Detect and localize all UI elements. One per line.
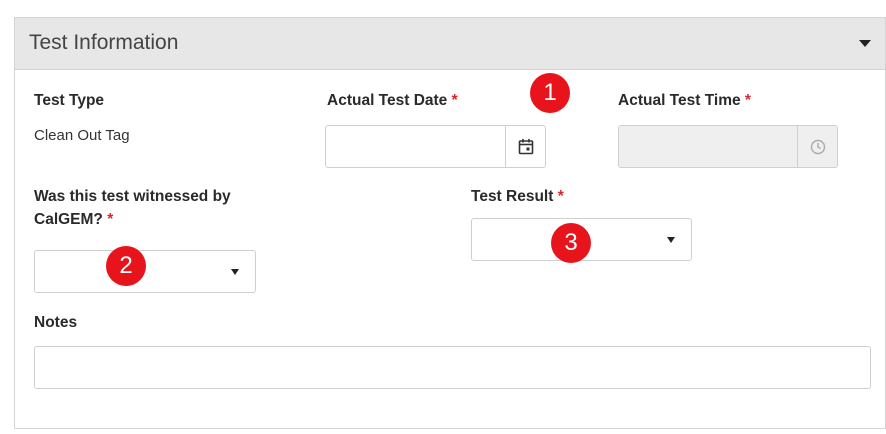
notes-input[interactable] bbox=[35, 347, 870, 388]
annotation-badge-2: 2 bbox=[106, 246, 146, 286]
witnessed-label: Was this test witnessed by CalGEM? * bbox=[34, 188, 231, 228]
calendar-icon bbox=[518, 139, 533, 155]
actual-test-time-input bbox=[619, 126, 797, 167]
panel-title: Test Information bbox=[29, 31, 179, 54]
test-type-label: Test Type bbox=[34, 92, 105, 109]
date-picker-button[interactable] bbox=[505, 126, 545, 167]
annotation-badge-3: 3 bbox=[551, 223, 591, 263]
test-type-value: Clean Out Tag bbox=[34, 127, 130, 144]
annotation-badge-1: 1 bbox=[530, 73, 570, 113]
dropdown-caret-icon bbox=[231, 268, 239, 275]
panel-header[interactable]: Test Information bbox=[15, 18, 885, 70]
actual-test-time-field bbox=[618, 125, 838, 168]
dropdown-caret-icon bbox=[667, 236, 675, 243]
time-picker-button bbox=[797, 126, 837, 167]
required-marker: * bbox=[557, 188, 564, 205]
actual-test-date-field[interactable] bbox=[325, 125, 546, 168]
actual-test-date-input[interactable] bbox=[326, 126, 506, 167]
clock-icon bbox=[810, 139, 825, 154]
actual-test-time-label: Actual Test Time * bbox=[618, 92, 751, 109]
test-result-label: Test Result * bbox=[471, 188, 564, 205]
required-marker: * bbox=[744, 92, 751, 109]
notes-label: Notes bbox=[34, 314, 78, 331]
required-marker: * bbox=[107, 211, 114, 228]
notes-field[interactable] bbox=[34, 346, 871, 389]
collapse-caret-icon[interactable] bbox=[859, 40, 871, 47]
actual-test-date-label: Actual Test Date * bbox=[327, 92, 458, 109]
required-marker: * bbox=[451, 92, 458, 109]
